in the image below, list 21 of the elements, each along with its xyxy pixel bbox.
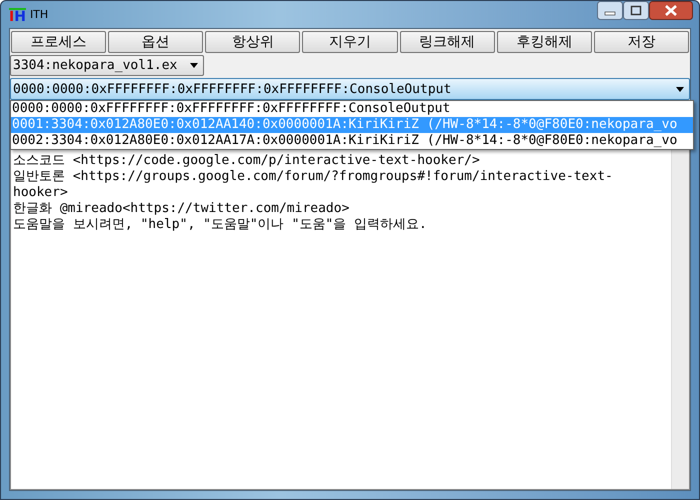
console-line: 한글화 @mireado<https://twitter.com/mireado> <box>13 201 350 217</box>
close-icon[interactable] <box>649 1 693 20</box>
toolbar-button[interactable]: 저장 <box>594 31 689 53</box>
dropdown-option[interactable]: 0000:0000:0xFFFFFFFF:0xFFFFFFFF:0xFFFFFFFF:ConsoleOutput <box>11 101 693 117</box>
caret-icon <box>676 86 684 92</box>
minimize-icon[interactable] <box>597 1 623 20</box>
toolbar-button[interactable]: 링크해제 <box>400 31 495 53</box>
toolbar-button[interactable]: 후킹해제 <box>496 31 592 53</box>
hook-dropdown[interactable]: 0000:0000:0xFFFFFFFF:0xFFFFFFFF:0xFFFFFFFF:ConsoleOutput <box>10 78 690 100</box>
toolbar-button[interactable]: 옵션 <box>108 31 204 53</box>
toolbar-button[interactable]: 지우기 <box>302 31 398 53</box>
console-line: 소스코드 <https://code.google.com/p/interactive-text-hooker/> <box>13 153 481 169</box>
maximize-icon[interactable] <box>623 1 649 20</box>
caret-icon <box>190 63 198 68</box>
process-dropdown[interactable]: 3304:nekopara_vol1.ex <box>10 55 204 76</box>
console-line: 도움말을 보시려면, "help", "도움말"이나 "도움"을 입력하세요. <box>13 217 428 233</box>
toolbar-button[interactable]: 프로세스 <box>11 31 106 53</box>
toolbar-button[interactable]: 항상위 <box>205 31 300 53</box>
window-title: ITH <box>30 8 48 21</box>
dropdown-option[interactable]: 0002:3304:0x012A80E0:0x012AA17A:0x0000001A:KiriKiriZ (/HW-8*14:-8*0@F80E0:nekopara_vo <box>11 133 693 149</box>
console-line: 일반토론 <https://groups.google.com/forum/?fromgroups#!forum/interactive-text-hooker> <box>13 169 614 201</box>
